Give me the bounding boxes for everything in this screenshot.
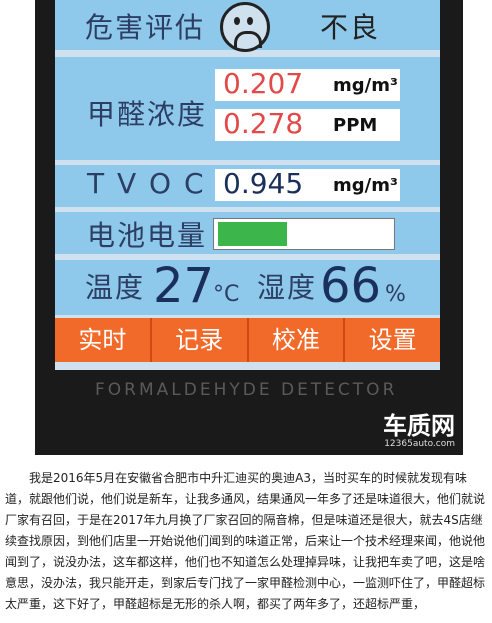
battery-gauge xyxy=(213,218,395,250)
formaldehyde-mg-box: 0.207 mg/m³ xyxy=(215,67,400,101)
battery-label: 电池电量 xyxy=(87,219,208,252)
formaldehyde-row: 甲醛浓度 0.207 mg/m³ 0.278 PPM xyxy=(55,57,440,160)
tab-calibrate[interactable]: 校准 xyxy=(249,318,346,362)
risk-label: 危害评估 xyxy=(85,11,206,44)
formaldehyde-mg-value: 0.207 xyxy=(223,67,304,100)
article-paragraph: 我是2016年5月在安徽省合肥市中升汇迪买的奥迪A3，当时买车的时候就发现有味道… xyxy=(5,471,486,611)
battery-row: 电池电量 xyxy=(55,212,440,254)
formaldehyde-mg-unit: mg/m³ xyxy=(333,75,398,96)
humidity-label: 湿度 xyxy=(257,271,318,304)
formaldehyde-ppm-unit: PPM xyxy=(333,115,378,136)
tvoc-row: T V O C 0.945 mg/m³ xyxy=(55,165,440,207)
humidity-unit: % xyxy=(385,282,406,307)
tvoc-label: T V O C xyxy=(87,167,206,200)
tab-settings[interactable]: 设置 xyxy=(345,318,440,362)
risk-value: 不良 xyxy=(320,11,381,44)
formaldehyde-label: 甲醛浓度 xyxy=(87,98,208,131)
risk-row: 危害评估 不良 xyxy=(55,0,440,52)
tvoc-value: 0.945 xyxy=(223,167,304,200)
tab-realtime[interactable]: 实时 xyxy=(55,318,152,362)
temp-unit: °C xyxy=(213,282,240,307)
tvoc-unit: mg/m³ xyxy=(333,175,398,196)
watermark-logo: 车质网 12365auto.com xyxy=(383,413,455,449)
formaldehyde-ppm-value: 0.278 xyxy=(223,107,304,140)
temp-value: 27 xyxy=(153,258,215,314)
sad-face-icon xyxy=(220,2,270,52)
climate-row: 温度 27 °C 湿度 66 % xyxy=(55,258,440,315)
detector-screen: 危害评估 不良 甲醛浓度 0.207 mg/m³ 0.278 PPM T V O… xyxy=(55,0,440,370)
watermark-site: 12365auto.com xyxy=(384,439,455,449)
humidity-value: 66 xyxy=(320,258,382,314)
tab-bar: 实时 记录 校准 设置 xyxy=(55,318,440,362)
article-body: 我是2016年5月在安徽省合肥市中升汇迪买的奥迪A3，当时买车的时候就发现有味道… xyxy=(5,468,485,615)
temp-label: 温度 xyxy=(85,271,146,304)
watermark-brand: 车质网 xyxy=(383,412,455,440)
device-model-text: FORMALDEHYDE DETECTOR xyxy=(95,380,398,400)
formaldehyde-ppm-box: 0.278 PPM xyxy=(215,107,400,141)
tvoc-box: 0.945 mg/m³ xyxy=(215,167,400,201)
tab-records[interactable]: 记录 xyxy=(152,318,249,362)
detector-photo: 危害评估 不良 甲醛浓度 0.207 mg/m³ 0.278 PPM T V O… xyxy=(35,0,463,455)
battery-fill xyxy=(218,222,287,246)
